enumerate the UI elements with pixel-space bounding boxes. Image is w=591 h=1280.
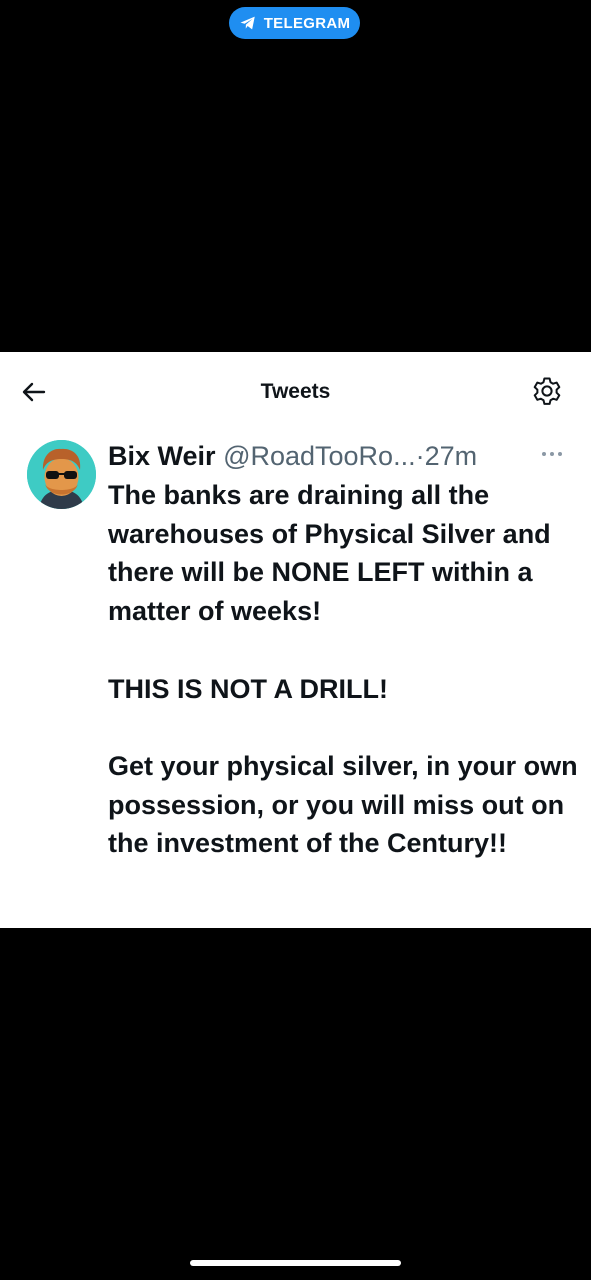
author-name[interactable]: Bix Weir (108, 441, 216, 471)
screen: TELEGRAM Tweets Bix Weir @RoadTooRo...·2… (0, 0, 591, 1280)
gear-icon (531, 375, 563, 412)
settings-button[interactable] (530, 376, 564, 410)
tweet-header: Bix Weir @RoadTooRo...·27m (108, 436, 578, 476)
avatar[interactable] (27, 440, 96, 509)
telegram-label: TELEGRAM (263, 14, 351, 32)
telegram-badge[interactable]: TELEGRAM (229, 7, 360, 39)
separator-dot: · (415, 441, 425, 471)
tweet-text: The banks are draining all the warehouse… (108, 480, 578, 859)
telegram-paper-plane-icon (239, 14, 257, 32)
more-options-button[interactable] (538, 442, 566, 466)
author-handle[interactable]: @RoadTooRo... (223, 441, 416, 471)
avatar-image (27, 440, 96, 509)
home-indicator[interactable] (190, 1260, 401, 1266)
tweet-timestamp[interactable]: 27m (425, 441, 478, 471)
page-title: Tweets (260, 380, 331, 403)
tweet-card: Tweets Bix Weir @RoadTooRo...·27m The ba… (0, 352, 591, 928)
more-horizontal-icon (541, 445, 563, 463)
top-bar: Tweets (0, 352, 591, 432)
